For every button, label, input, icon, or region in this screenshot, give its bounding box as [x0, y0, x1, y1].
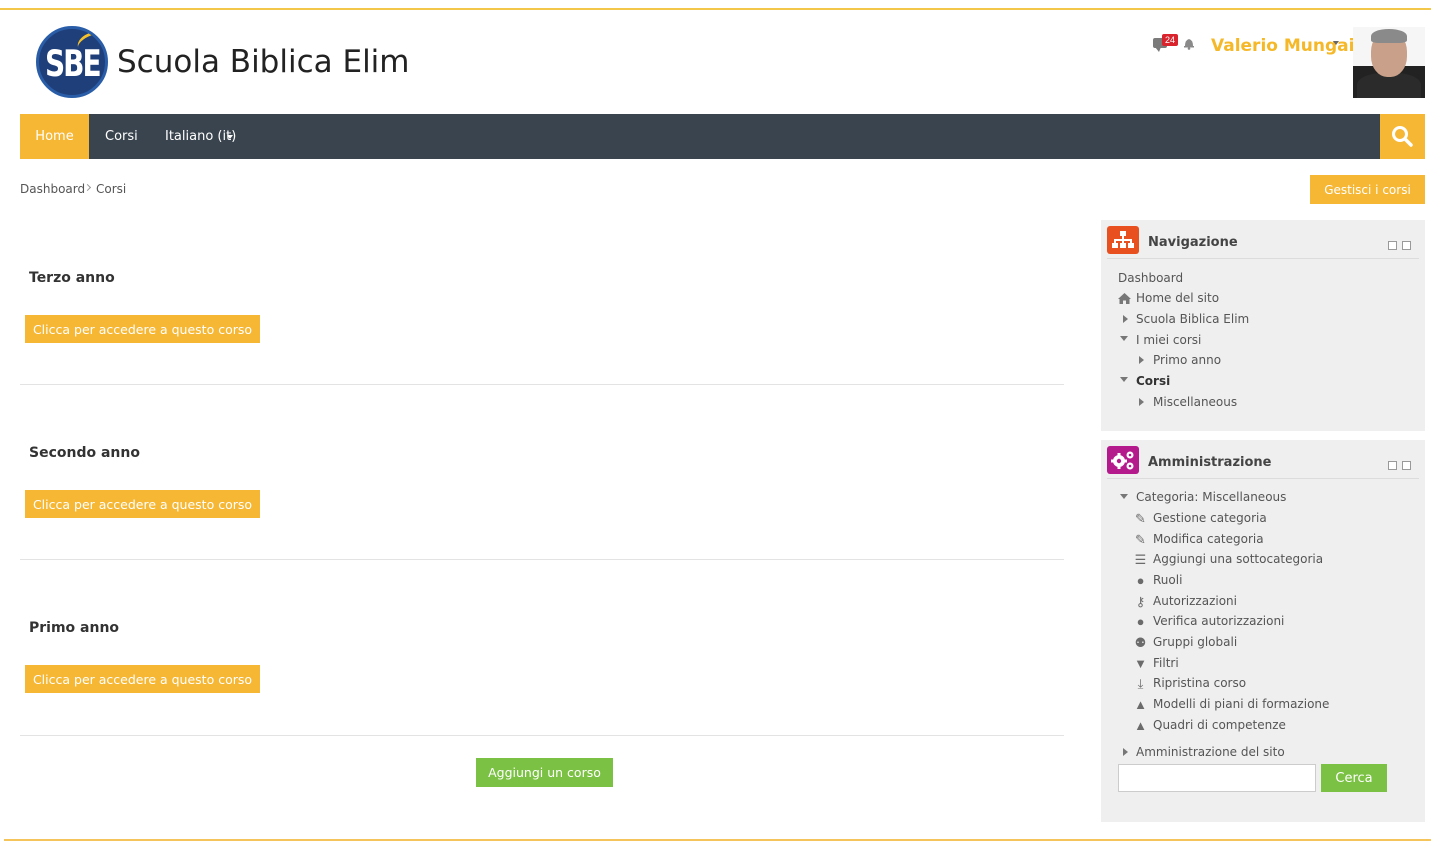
users-icon: ⚉ — [1134, 635, 1147, 650]
admin-item-verifica-autorizzazioni[interactable]: Verifica autorizzazioni — [1153, 614, 1284, 628]
sitemap-icon — [1107, 226, 1139, 254]
bottom-accent-line — [4, 839, 1431, 841]
block-title-separator — [1107, 478, 1419, 479]
enter-course-button[interactable]: Clicca per accedere a questo corso — [25, 665, 260, 693]
administration-block-title: Amministrazione — [1148, 455, 1272, 470]
admin-category-miscellaneous[interactable]: Categoria: Miscellaneous — [1136, 490, 1286, 504]
language-caret-icon[interactable] — [227, 135, 233, 139]
course-divider — [20, 735, 1064, 736]
course-title[interactable]: Primo anno — [29, 620, 119, 636]
expand-arrow-icon[interactable] — [1139, 356, 1144, 364]
course-title[interactable]: Terzo anno — [29, 270, 115, 286]
search-icon — [1392, 126, 1413, 147]
admin-item-ruoli[interactable]: Ruoli — [1153, 573, 1182, 587]
admin-search-input[interactable] — [1118, 764, 1316, 792]
add-course-button[interactable]: Aggiungi un corso — [476, 758, 613, 787]
notifications-bell-icon[interactable] — [1182, 36, 1196, 50]
search-toggle-button[interactable] — [1380, 114, 1425, 159]
nav-item-i-miei-corsi[interactable]: I miei corsi — [1136, 333, 1201, 347]
gears-icon — [1107, 446, 1139, 474]
admin-item-quadri-competenze[interactable]: Quadri di competenze — [1153, 718, 1286, 732]
nav-item-miscellaneous[interactable]: Miscellaneous — [1153, 395, 1237, 409]
nav-item-corsi[interactable]: Corsi — [1136, 374, 1170, 388]
expand-arrow-icon[interactable] — [1123, 748, 1128, 756]
admin-item-autorizzazioni[interactable]: Autorizzazioni — [1153, 594, 1237, 608]
dock-block-icon[interactable] — [1402, 461, 1411, 470]
restore-icon: ⤓ — [1137, 676, 1144, 691]
logo-text: SBE — [45, 42, 102, 85]
collapse-arrow-icon[interactable] — [1120, 336, 1128, 341]
user-menu-caret-icon[interactable] — [1333, 41, 1339, 45]
admin-search-button[interactable]: Cerca — [1321, 764, 1387, 792]
site-name[interactable]: Scuola Biblica Elim — [117, 44, 410, 80]
course-title[interactable]: Secondo anno — [29, 445, 140, 461]
nav-item-scuola-biblica-elim[interactable]: Scuola Biblica Elim — [1136, 312, 1249, 326]
pencil-icon: ✎ — [1135, 511, 1146, 526]
collapse-block-icon[interactable] — [1388, 241, 1397, 250]
admin-item-gruppi-globali[interactable]: Gruppi globali — [1153, 635, 1237, 649]
messages-badge: 24 — [1162, 34, 1179, 46]
admin-item-modifica-categoria[interactable]: Modifica categoria — [1153, 532, 1264, 546]
top-accent-line — [0, 0, 1431, 10]
breadcrumb-corsi[interactable]: Corsi — [96, 182, 126, 196]
collapse-arrow-icon[interactable] — [1120, 494, 1128, 499]
admin-item-aggiungi-sottocategoria[interactable]: Aggiungi una sottocategoria — [1153, 552, 1323, 566]
collapse-block-icon[interactable] — [1388, 461, 1397, 470]
user-icon: ● — [1136, 573, 1145, 588]
site-logo[interactable]: SBE — [36, 26, 108, 98]
home-icon — [1118, 293, 1131, 304]
main-navbar: Home Corsi Italiano (it) — [20, 114, 1425, 159]
admin-item-ripristina-corso[interactable]: Ripristina corso — [1153, 676, 1246, 690]
filter-icon: ▼ — [1134, 656, 1147, 671]
nav-home-link[interactable]: Home — [20, 114, 89, 159]
user-avatar[interactable] — [1353, 27, 1425, 98]
nav-corsi-link[interactable]: Corsi — [105, 114, 138, 159]
enter-course-button[interactable]: Clicca per accedere a questo corso — [25, 315, 260, 343]
pencil-icon: ✎ — [1135, 532, 1146, 547]
nav-item-home-del-sito[interactable]: Home del sito — [1136, 291, 1219, 305]
nav-item-primo-anno[interactable]: Primo anno — [1153, 353, 1221, 367]
user-menu-name[interactable]: Valerio Mungai — [1211, 36, 1354, 56]
subcategory-icon: ☰ — [1134, 552, 1147, 567]
manage-courses-button[interactable]: Gestisci i corsi — [1310, 175, 1425, 204]
language-menu[interactable]: Italiano (it) — [165, 114, 236, 159]
expand-arrow-icon[interactable] — [1139, 398, 1144, 406]
nav-item-dashboard[interactable]: Dashboard — [1118, 271, 1183, 285]
course-divider — [20, 384, 1064, 385]
breadcrumb-dashboard[interactable]: Dashboard — [20, 182, 85, 196]
enter-course-button[interactable]: Clicca per accedere a questo corso — [25, 490, 260, 518]
competency-icon: ▲ — [1134, 697, 1147, 712]
navigation-block-title: Navigazione — [1148, 235, 1238, 250]
admin-item-filtri[interactable]: Filtri — [1153, 656, 1179, 670]
key-icon: ⚷ — [1135, 594, 1146, 609]
dock-block-icon[interactable] — [1402, 241, 1411, 250]
competency-icon: ▲ — [1134, 718, 1147, 733]
admin-item-amministrazione-sito[interactable]: Amministrazione del sito — [1136, 745, 1285, 759]
course-divider — [20, 559, 1064, 560]
admin-item-modelli-piani[interactable]: Modelli di piani di formazione — [1153, 697, 1329, 711]
user-check-icon: ● — [1136, 614, 1145, 629]
block-title-separator — [1107, 258, 1419, 259]
avatar-hair — [1371, 29, 1407, 43]
collapse-arrow-icon[interactable] — [1120, 377, 1128, 382]
admin-item-gestione-categoria[interactable]: Gestione categoria — [1153, 511, 1267, 525]
expand-arrow-icon[interactable] — [1123, 315, 1128, 323]
navigation-block: Navigazione Dashboard Home del sito Scuo… — [1101, 220, 1425, 431]
